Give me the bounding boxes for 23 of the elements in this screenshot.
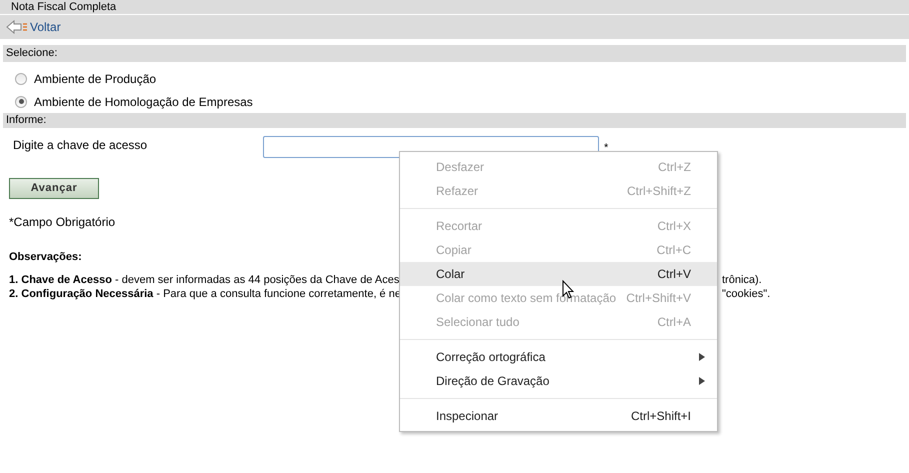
title-bar: Nota Fiscal Completa bbox=[0, 0, 909, 14]
field-label: Digite a chave de acesso bbox=[12, 137, 148, 154]
menu-item[interactable]: Colar Ctrl+V bbox=[400, 262, 717, 286]
radio-button[interactable] bbox=[15, 72, 27, 84]
submenu-arrow-icon bbox=[699, 377, 705, 385]
radio-label: Ambiente de Produção bbox=[34, 70, 156, 88]
menu-item[interactable]: Inspecionar Ctrl+Shift+I bbox=[400, 404, 717, 428]
menu-item[interactable]: Correção ortográfica bbox=[400, 345, 717, 369]
advance-button[interactable]: Avançar bbox=[9, 178, 99, 199]
menu-item[interactable]: Direção de Gravação bbox=[400, 369, 717, 393]
required-mark: * bbox=[604, 141, 608, 156]
back-link[interactable]: Voltar bbox=[30, 18, 61, 36]
section-header: Selecione: bbox=[3, 45, 906, 62]
radio-label: Ambiente de Homologação de Empresas bbox=[34, 94, 253, 110]
back-arrow-icon bbox=[6, 20, 28, 34]
radio-button[interactable] bbox=[15, 96, 27, 108]
notes-heading: Observações: bbox=[9, 251, 82, 263]
note-text: trônica). bbox=[722, 272, 762, 286]
note-text: "cookies". bbox=[722, 286, 770, 300]
required-note: *Campo Obrigatório bbox=[9, 215, 116, 229]
note-text: 1. Chave de Acesso - devem ser informadas as 44 posições da Chave de Aces bbox=[9, 272, 400, 286]
section-header: Informe: bbox=[3, 113, 906, 128]
submenu-arrow-icon bbox=[699, 353, 705, 361]
